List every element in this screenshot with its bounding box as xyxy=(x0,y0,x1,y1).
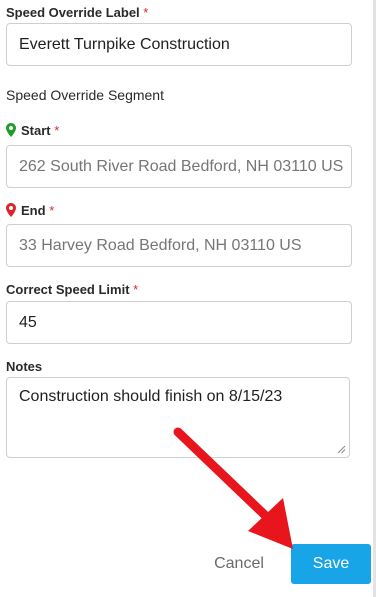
end-label: End * xyxy=(6,203,54,218)
required-mark: * xyxy=(143,5,149,20)
required-mark: * xyxy=(133,282,139,297)
speed-override-label-input[interactable]: Everett Turnpike Construction xyxy=(6,23,352,66)
save-button[interactable]: Save xyxy=(291,544,371,584)
required-mark: * xyxy=(54,123,60,138)
start-location-input[interactable]: 262 South River Road Bedford, NH 03110 U… xyxy=(6,145,352,188)
notes-label: Notes xyxy=(6,359,43,374)
correct-speed-limit-label: Correct Speed Limit * xyxy=(6,282,139,297)
notes-textarea[interactable]: Construction should finish on 8/15/23 xyxy=(6,377,350,458)
map-pin-icon xyxy=(6,203,16,217)
notes-text: Construction should finish on 8/15/23 xyxy=(19,388,283,405)
speed-override-label-label: Speed Override Label * xyxy=(6,5,149,20)
speed-override-segment-heading: Speed Override Segment xyxy=(6,87,164,103)
cancel-button[interactable]: Cancel xyxy=(200,546,278,582)
required-mark: * xyxy=(49,203,55,218)
resize-handle-icon[interactable] xyxy=(336,444,346,454)
start-label: Start * xyxy=(6,123,59,138)
map-pin-icon xyxy=(6,123,16,137)
speed-limit-input[interactable]: 45 xyxy=(6,301,352,344)
end-location-input[interactable]: 33 Harvey Road Bedford, NH 03110 US xyxy=(6,224,352,267)
